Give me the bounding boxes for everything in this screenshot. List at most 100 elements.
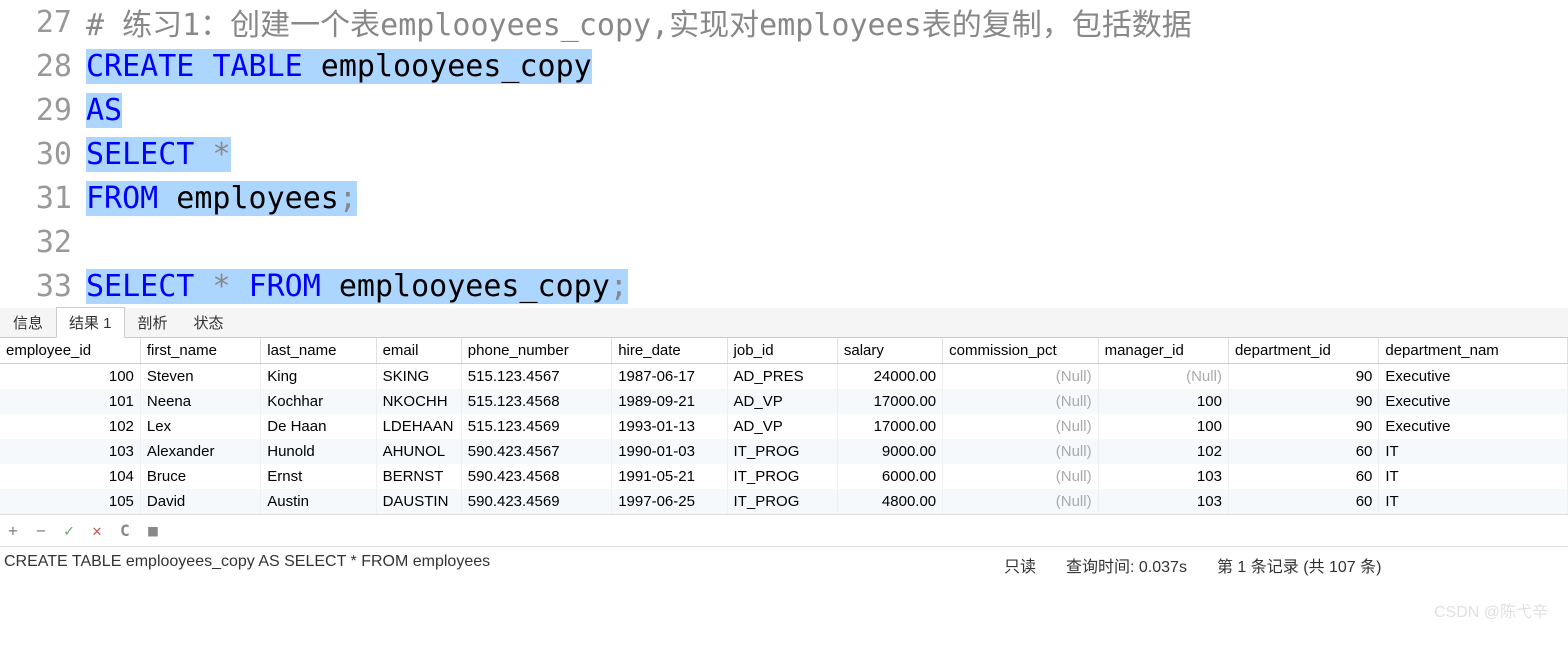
col-first_name[interactable]: first_name bbox=[140, 338, 260, 364]
table-row[interactable]: 104BruceErnstBERNST590.423.45681991-05-2… bbox=[0, 464, 1568, 489]
cell-employee_id[interactable]: 104 bbox=[0, 464, 140, 489]
cell-job_id[interactable]: IT_PROG bbox=[727, 489, 837, 514]
cell-employee_id[interactable]: 100 bbox=[0, 364, 140, 390]
cell-salary[interactable]: 6000.00 bbox=[837, 464, 942, 489]
cell-first_name[interactable]: Lex bbox=[140, 414, 260, 439]
cell-job_id[interactable]: AD_VP bbox=[727, 389, 837, 414]
cell-department_id[interactable]: 90 bbox=[1228, 364, 1378, 390]
cell-email[interactable]: NKOCHH bbox=[376, 389, 461, 414]
cell-email[interactable]: DAUSTIN bbox=[376, 489, 461, 514]
cell-commission_pct[interactable]: (Null) bbox=[943, 464, 1098, 489]
code-line[interactable]: CREATE TABLE emplooyees_copy bbox=[86, 49, 592, 84]
cell-job_id[interactable]: IT_PROG bbox=[727, 439, 837, 464]
cell-phone_number[interactable]: 590.423.4568 bbox=[461, 464, 611, 489]
cell-employee_id[interactable]: 103 bbox=[0, 439, 140, 464]
cell-first_name[interactable]: David bbox=[140, 489, 260, 514]
cell-employee_id[interactable]: 105 bbox=[0, 489, 140, 514]
cell-salary[interactable]: 4800.00 bbox=[837, 489, 942, 514]
cell-first_name[interactable]: Steven bbox=[140, 364, 260, 390]
tab-状态[interactable]: 状态 bbox=[181, 307, 237, 337]
cell-salary[interactable]: 17000.00 bbox=[837, 389, 942, 414]
cell-last_name[interactable]: Austin bbox=[261, 489, 376, 514]
cell-phone_number[interactable]: 590.423.4567 bbox=[461, 439, 611, 464]
cell-email[interactable]: BERNST bbox=[376, 464, 461, 489]
refresh-button[interactable]: C bbox=[116, 521, 134, 540]
cell-manager_id[interactable]: 103 bbox=[1098, 464, 1228, 489]
col-phone_number[interactable]: phone_number bbox=[461, 338, 611, 364]
tab-信息[interactable]: 信息 bbox=[0, 307, 56, 337]
cell-hire_date[interactable]: 1989-09-21 bbox=[612, 389, 727, 414]
delete-row-button[interactable]: − bbox=[32, 521, 50, 540]
cell-last_name[interactable]: Hunold bbox=[261, 439, 376, 464]
apply-button[interactable]: ✓ bbox=[60, 521, 78, 540]
cell-commission_pct[interactable]: (Null) bbox=[943, 364, 1098, 390]
cell-commission_pct[interactable]: (Null) bbox=[943, 414, 1098, 439]
cell-phone_number[interactable]: 590.423.4569 bbox=[461, 489, 611, 514]
col-department_id[interactable]: department_id bbox=[1228, 338, 1378, 364]
col-employee_id[interactable]: employee_id bbox=[0, 338, 140, 364]
cell-manager_id[interactable]: 100 bbox=[1098, 414, 1228, 439]
cell-department_id[interactable]: 60 bbox=[1228, 439, 1378, 464]
tab-结果 1[interactable]: 结果 1 bbox=[56, 307, 125, 338]
result-grid[interactable]: employee_idfirst_namelast_nameemailphone… bbox=[0, 338, 1568, 514]
table-row[interactable]: 100StevenKingSKING515.123.45671987-06-17… bbox=[0, 364, 1568, 390]
cell-salary[interactable]: 17000.00 bbox=[837, 414, 942, 439]
table-row[interactable]: 102LexDe HaanLDEHAAN515.123.45691993-01-… bbox=[0, 414, 1568, 439]
table-row[interactable]: 105DavidAustinDAUSTIN590.423.45691997-06… bbox=[0, 489, 1568, 514]
cell-first_name[interactable]: Neena bbox=[140, 389, 260, 414]
stop-button[interactable]: ■ bbox=[144, 521, 162, 540]
code-line[interactable]: AS bbox=[86, 93, 122, 128]
cell-manager_id[interactable]: 100 bbox=[1098, 389, 1228, 414]
cell-department_id[interactable]: 60 bbox=[1228, 489, 1378, 514]
cell-last_name[interactable]: Kochhar bbox=[261, 389, 376, 414]
cell-hire_date[interactable]: 1991-05-21 bbox=[612, 464, 727, 489]
cell-phone_number[interactable]: 515.123.4568 bbox=[461, 389, 611, 414]
col-manager_id[interactable]: manager_id bbox=[1098, 338, 1228, 364]
cell-phone_number[interactable]: 515.123.4569 bbox=[461, 414, 611, 439]
cell-department_id[interactable]: 90 bbox=[1228, 414, 1378, 439]
code-line[interactable]: # 练习1：创建一个表emplooyees_copy,实现对employees表… bbox=[86, 0, 1192, 44]
table-row[interactable]: 101NeenaKochharNKOCHH515.123.45681989-09… bbox=[0, 389, 1568, 414]
cell-department_nam[interactable]: IT bbox=[1379, 489, 1568, 514]
code-line[interactable]: SELECT * FROM emplooyees_copy; bbox=[86, 269, 628, 304]
cell-hire_date[interactable]: 1997-06-25 bbox=[612, 489, 727, 514]
col-last_name[interactable]: last_name bbox=[261, 338, 376, 364]
cell-hire_date[interactable]: 1993-01-13 bbox=[612, 414, 727, 439]
cell-department_nam[interactable]: Executive bbox=[1379, 414, 1568, 439]
cell-email[interactable]: SKING bbox=[376, 364, 461, 390]
cell-commission_pct[interactable]: (Null) bbox=[943, 389, 1098, 414]
cell-department_nam[interactable]: IT bbox=[1379, 439, 1568, 464]
cell-job_id[interactable]: AD_PRES bbox=[727, 364, 837, 390]
cell-last_name[interactable]: Ernst bbox=[261, 464, 376, 489]
cell-department_id[interactable]: 60 bbox=[1228, 464, 1378, 489]
cell-commission_pct[interactable]: (Null) bbox=[943, 489, 1098, 514]
cell-manager_id[interactable]: (Null) bbox=[1098, 364, 1228, 390]
col-commission_pct[interactable]: commission_pct bbox=[943, 338, 1098, 364]
col-department_nam[interactable]: department_nam bbox=[1379, 338, 1568, 364]
cell-last_name[interactable]: King bbox=[261, 364, 376, 390]
cell-hire_date[interactable]: 1987-06-17 bbox=[612, 364, 727, 390]
cell-job_id[interactable]: IT_PROG bbox=[727, 464, 837, 489]
col-job_id[interactable]: job_id bbox=[727, 338, 837, 364]
cell-salary[interactable]: 24000.00 bbox=[837, 364, 942, 390]
cell-department_id[interactable]: 90 bbox=[1228, 389, 1378, 414]
cell-email[interactable]: LDEHAAN bbox=[376, 414, 461, 439]
cell-department_nam[interactable]: Executive bbox=[1379, 389, 1568, 414]
tab-剖析[interactable]: 剖析 bbox=[125, 307, 181, 337]
cancel-button[interactable]: ✕ bbox=[88, 521, 106, 540]
cell-last_name[interactable]: De Haan bbox=[261, 414, 376, 439]
col-email[interactable]: email bbox=[376, 338, 461, 364]
cell-salary[interactable]: 9000.00 bbox=[837, 439, 942, 464]
cell-manager_id[interactable]: 102 bbox=[1098, 439, 1228, 464]
add-row-button[interactable]: + bbox=[4, 521, 22, 540]
col-hire_date[interactable]: hire_date bbox=[612, 338, 727, 364]
col-salary[interactable]: salary bbox=[837, 338, 942, 364]
code-line[interactable]: SELECT * bbox=[86, 137, 231, 172]
cell-first_name[interactable]: Alexander bbox=[140, 439, 260, 464]
cell-department_nam[interactable]: Executive bbox=[1379, 364, 1568, 390]
cell-employee_id[interactable]: 101 bbox=[0, 389, 140, 414]
cell-department_nam[interactable]: IT bbox=[1379, 464, 1568, 489]
cell-hire_date[interactable]: 1990-01-03 bbox=[612, 439, 727, 464]
cell-commission_pct[interactable]: (Null) bbox=[943, 439, 1098, 464]
sql-editor[interactable]: 27# 练习1：创建一个表emplooyees_copy,实现对employee… bbox=[0, 0, 1568, 308]
